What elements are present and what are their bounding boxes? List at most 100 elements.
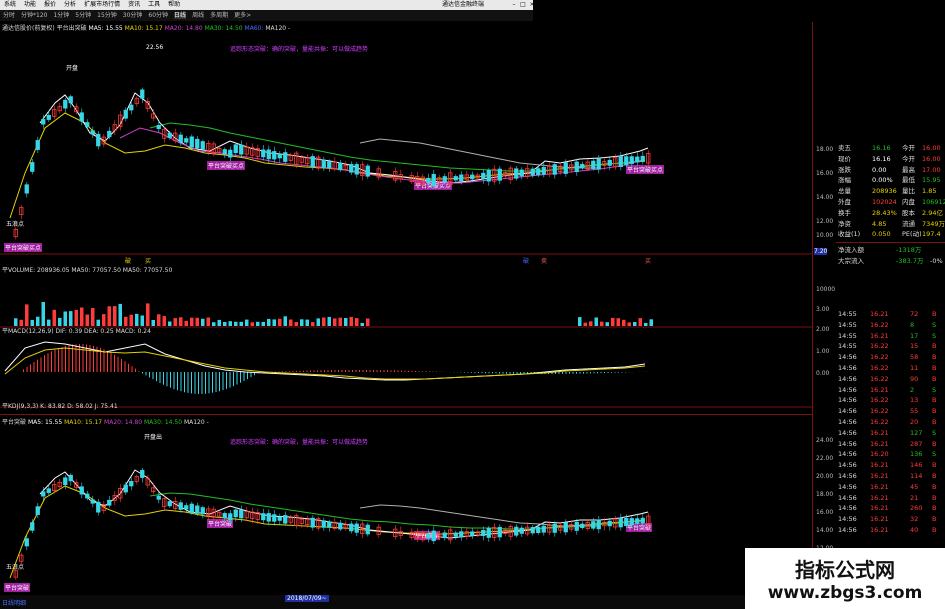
tick-time: 14:56 bbox=[838, 363, 857, 372]
period-multi[interactable]: 多周期 bbox=[210, 12, 228, 19]
quote-row: 现价 16.16 今开 16.00 bbox=[838, 154, 941, 163]
tick-list[interactable]: 14:55 16.21 72 B 14:55 16.22 8 S 14:55 16.21 17 S 14… bbox=[836, 309, 945, 536]
period-more[interactable]: 更多> bbox=[234, 12, 251, 19]
volume-bar bbox=[644, 323, 648, 326]
second-chart-title: 平台突破 bbox=[2, 419, 27, 426]
tick-price: 16.20 bbox=[870, 450, 889, 459]
volume-bar bbox=[212, 322, 216, 326]
ma10-value-2: MA10: 15.17 bbox=[64, 419, 103, 426]
macd-chart[interactable] bbox=[0, 336, 812, 408]
tick-volume: 260 bbox=[910, 504, 923, 513]
tick-row: 14:56 16.22 90 B bbox=[836, 374, 945, 385]
tick-side: B bbox=[932, 461, 937, 470]
tick-row: 14:56 16.22 20 B bbox=[836, 417, 945, 428]
volume-bar bbox=[80, 307, 84, 326]
volume-bar bbox=[256, 321, 260, 326]
tick-row: 14:56 16.22 11 B bbox=[836, 363, 945, 374]
volume-bar bbox=[36, 316, 40, 326]
quote-row: 换手 28.43% 股本 2.94亿 bbox=[838, 208, 943, 217]
signal-label-2: 买 bbox=[145, 258, 152, 265]
tick-side: B bbox=[932, 482, 937, 491]
volume-bar bbox=[113, 306, 117, 326]
quote-row: 总量 208936 量比 1.85 bbox=[838, 187, 937, 196]
tick-time: 14:56 bbox=[838, 417, 857, 426]
period-timeshare[interactable]: 分时 bbox=[3, 12, 15, 19]
period-30min[interactable]: 30分钟 bbox=[123, 12, 143, 19]
signal-label-3: 破 bbox=[523, 258, 530, 265]
period-1min[interactable]: 1分钟 bbox=[53, 12, 69, 19]
tick-side: B bbox=[932, 310, 937, 318]
tick-row: 14:56 16.22 55 B bbox=[836, 406, 945, 417]
tick-volume: 32 bbox=[910, 515, 919, 524]
volume-bar bbox=[69, 311, 73, 326]
menu-item-analysis[interactable]: 分析 bbox=[64, 1, 76, 8]
price-axis-tick-5: 10.00 bbox=[816, 232, 834, 239]
volume-bar bbox=[19, 319, 23, 326]
volume-bar bbox=[74, 309, 78, 326]
volume-axis-tick: 10000 bbox=[816, 286, 836, 293]
volume-chart[interactable] bbox=[0, 276, 812, 328]
price-axis-tick-1: 18.00 bbox=[816, 146, 834, 153]
tick-side: B bbox=[932, 504, 937, 513]
period-60min[interactable]: 60分钟 bbox=[148, 12, 168, 19]
tick-side: B bbox=[932, 374, 937, 383]
volume-bar bbox=[267, 318, 271, 326]
ma10-value: MA10: 15.17 bbox=[124, 25, 163, 32]
volume-bar bbox=[52, 309, 56, 326]
menu-item-system[interactable]: 系统 bbox=[4, 1, 16, 8]
bottom-tab[interactable]: 日线明细 bbox=[2, 598, 26, 607]
tick-time: 14:56 bbox=[838, 428, 857, 437]
tick-row: 14:55 16.21 72 B bbox=[836, 309, 945, 320]
volume-bar bbox=[622, 319, 626, 326]
period-5min[interactable]: 5分钟 bbox=[75, 12, 91, 19]
kdj-divider bbox=[0, 414, 812, 415]
watermark-title: 指标公式网 bbox=[795, 558, 895, 582]
tick-volume: 21 bbox=[910, 493, 919, 502]
tick-row: 14:56 16.21 287 B bbox=[836, 439, 945, 450]
menu-item-function[interactable]: 功能 bbox=[24, 1, 36, 8]
tick-row: 14:56 16.22 58 B bbox=[836, 352, 945, 363]
tick-time: 14:56 bbox=[838, 407, 857, 416]
period-daily[interactable]: 日线 bbox=[174, 12, 187, 19]
ma5-value: MA5: 15.55 bbox=[88, 25, 123, 32]
tick-price: 16.22 bbox=[870, 342, 889, 351]
period-15min[interactable]: 15分钟 bbox=[97, 12, 117, 19]
volume-bar bbox=[250, 322, 254, 326]
volume-bar bbox=[217, 319, 221, 326]
menu-item-help[interactable]: 帮助 bbox=[168, 1, 180, 8]
tick-time: 14:56 bbox=[838, 353, 857, 362]
period-120min[interactable]: 分钟*120 bbox=[21, 12, 47, 19]
close-icon[interactable]: × bbox=[528, 1, 536, 9]
bottom-date-bar: 日线明细 2018/07/09~ bbox=[0, 595, 812, 609]
quote-row: 涨幅 0.00% 最低 15.95 bbox=[838, 176, 941, 185]
tick-side: B bbox=[932, 396, 937, 405]
tick-row: 14:56 16.21 2 S bbox=[836, 385, 945, 396]
tick-time: 14:56 bbox=[838, 374, 857, 383]
tick-time: 14:55 bbox=[838, 331, 857, 340]
tick-side: B bbox=[932, 515, 937, 524]
signal-label-5: 买 bbox=[645, 258, 652, 265]
quote-divider bbox=[836, 242, 945, 244]
volume-bar bbox=[355, 318, 359, 326]
tick-price: 16.22 bbox=[870, 407, 889, 416]
ma60-value: MA60: bbox=[244, 25, 264, 32]
menu-item-extended-market[interactable]: 扩展市场行情 bbox=[84, 1, 120, 8]
period-weekly[interactable]: 周线 bbox=[192, 12, 204, 19]
second-kline-chart[interactable] bbox=[0, 428, 812, 594]
volume-bar bbox=[195, 317, 199, 326]
tick-price: 16.21 bbox=[870, 482, 889, 491]
minimize-icon[interactable]: – bbox=[510, 1, 518, 9]
volume-bar bbox=[289, 319, 293, 326]
menu-item-tools[interactable]: 工具 bbox=[148, 1, 160, 8]
tick-time: 14:55 bbox=[838, 342, 857, 351]
tick-time: 14:56 bbox=[838, 515, 857, 524]
tick-volume: 17 bbox=[910, 331, 919, 340]
tick-row: 14:56 16.21 21 B bbox=[836, 493, 945, 504]
menu-item-news[interactable]: 资讯 bbox=[128, 1, 140, 8]
maximize-icon[interactable]: □ bbox=[519, 1, 527, 9]
main-kline-chart[interactable] bbox=[0, 33, 812, 255]
tick-side: B bbox=[932, 439, 937, 448]
tick-row: 14:56 16.21 146 B bbox=[836, 460, 945, 471]
menu-item-quote[interactable]: 报价 bbox=[44, 1, 56, 8]
tick-volume: 114 bbox=[910, 471, 923, 480]
